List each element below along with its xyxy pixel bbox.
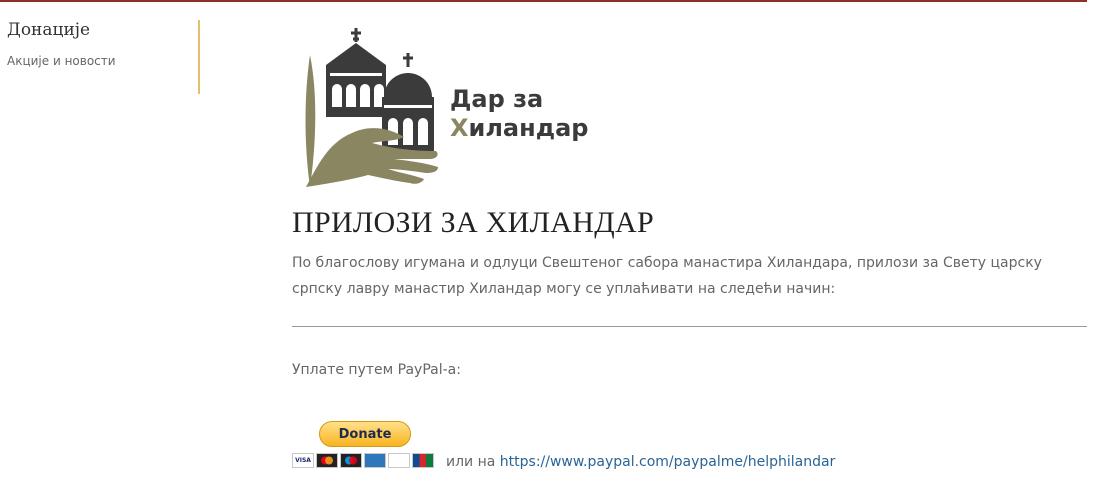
visa-icon: VISA [292,453,314,468]
logo-line-2-rest: иландар [468,114,589,142]
top-rule [0,0,1087,2]
sidebar-link-news[interactable]: Акције и новости [7,54,116,68]
paypal-me-link[interactable]: https://www.paypal.com/paypalme/helphila… [500,454,836,470]
card-logos: VISA [292,453,434,469]
monastery-hand-emblem [305,28,438,187]
maestro-circles [341,454,361,467]
dar-za-hilandar-logo: Дар за Хиландар [298,25,598,191]
sidebar-title: Донације [7,20,91,40]
amex-icon [364,453,386,468]
discover-icon [388,453,410,468]
or-text: или на [446,454,496,470]
maestro-icon [340,453,362,468]
logo-line-1: Дар за [450,85,544,113]
mastercard-icon [316,453,338,468]
divider [292,326,1087,327]
paypal-alt-line: или на https://www.paypal.com/paypalme/h… [446,454,835,470]
mastercard-circles [317,454,337,467]
logo-wordmark: Дар за Хиландар [450,85,588,143]
intro-paragraph: По благослову игумана и одлуци Свештеног… [292,255,1042,297]
page-title: ПРИЛОЗИ ЗА ХИЛАНДАР [292,206,654,239]
sidebar: Донације Акције и новости [0,20,200,94]
paypal-donate-button[interactable]: Donate [319,421,411,447]
jcb-icon [412,453,434,468]
logo-accent-letter: Х [450,114,469,142]
paypal-label: Уплате путем PayPal-а: [292,362,461,378]
logo-line-2: Хиландар [450,114,588,143]
